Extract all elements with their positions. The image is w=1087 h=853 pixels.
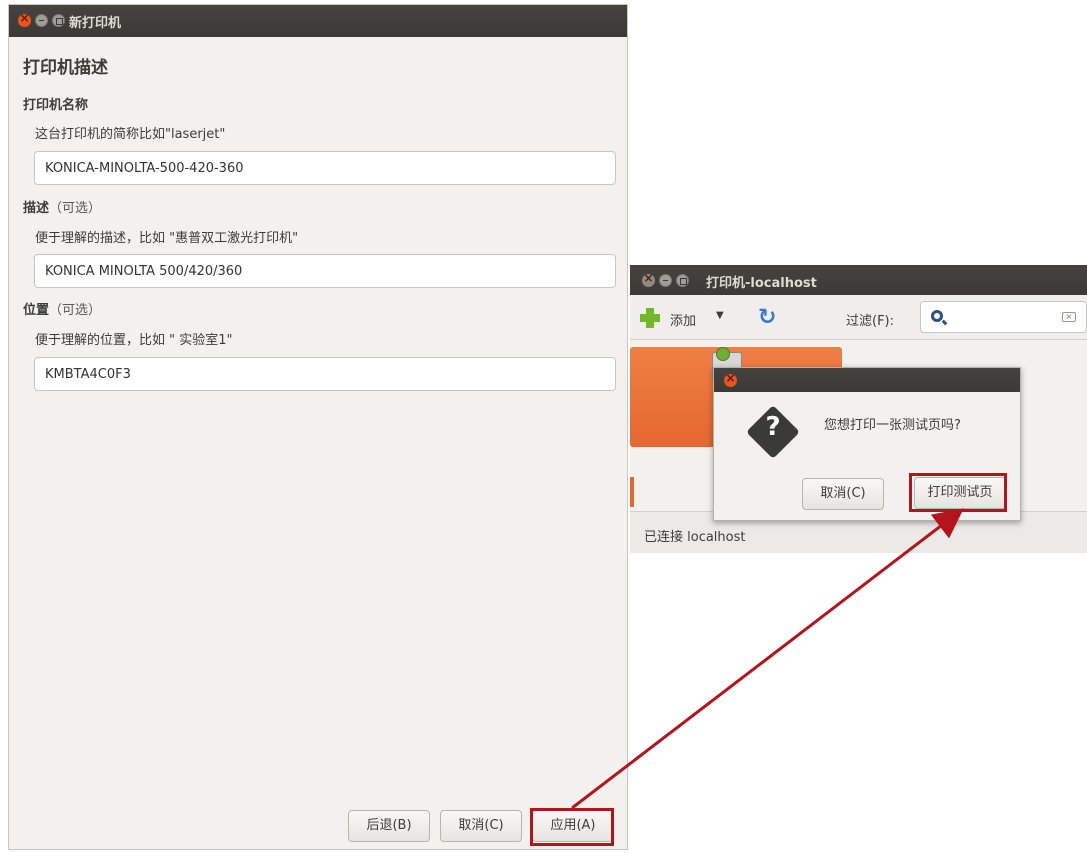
arrow-line — [571, 508, 964, 810]
annotation-arrow — [571, 508, 964, 810]
